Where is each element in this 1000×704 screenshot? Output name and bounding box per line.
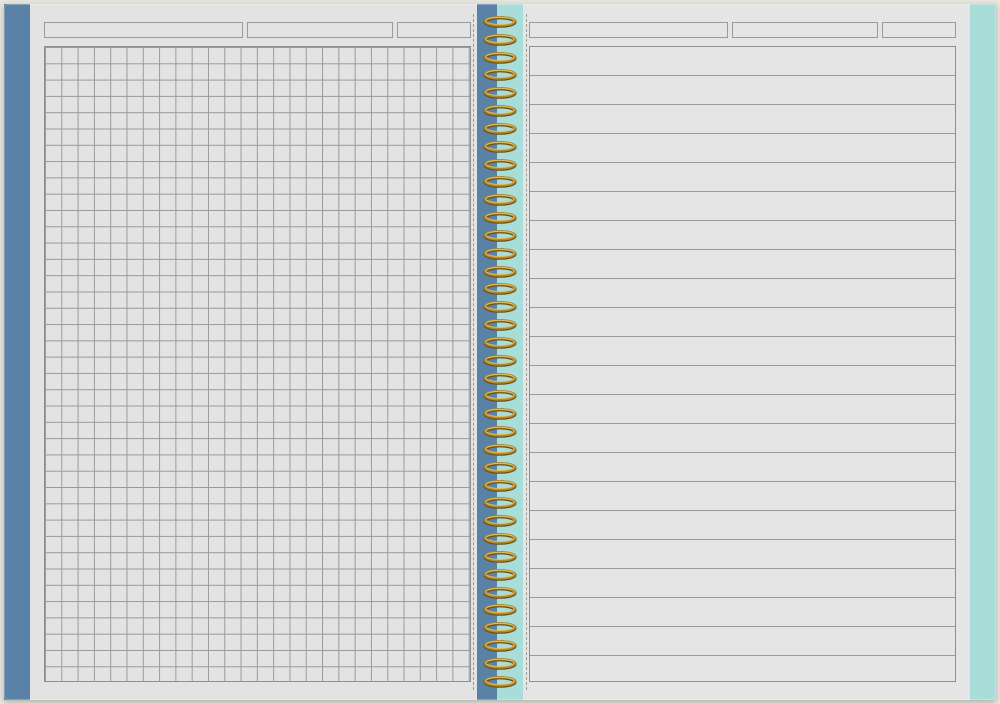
open-notebook bbox=[4, 4, 996, 700]
spiral-ring bbox=[483, 355, 517, 367]
left-header-box-2[interactable] bbox=[247, 22, 393, 38]
spiral-ring bbox=[483, 176, 517, 188]
left-cover-tab bbox=[4, 4, 30, 700]
spiral-ring bbox=[483, 212, 517, 224]
right-cover-tab bbox=[970, 4, 996, 700]
right-header-row bbox=[529, 22, 956, 38]
spiral-ring bbox=[483, 105, 517, 117]
right-page-content bbox=[523, 4, 970, 700]
spiral-ring bbox=[483, 587, 517, 599]
spiral-ring bbox=[483, 569, 517, 581]
spiral-ring bbox=[483, 462, 517, 474]
spiral-ring bbox=[483, 52, 517, 64]
left-page bbox=[4, 4, 477, 700]
spiral-ring bbox=[483, 515, 517, 527]
spiral-ring bbox=[483, 301, 517, 313]
lined-paper[interactable] bbox=[529, 46, 956, 682]
spiral-rings bbox=[483, 16, 517, 688]
spiral-ring bbox=[483, 283, 517, 295]
spiral-ring bbox=[483, 551, 517, 563]
right-perforation bbox=[526, 14, 527, 690]
right-page bbox=[523, 4, 996, 700]
spiral-ring bbox=[483, 34, 517, 46]
spiral-ring bbox=[483, 373, 517, 385]
spiral-ring bbox=[483, 266, 517, 278]
spiral-ring bbox=[483, 390, 517, 402]
spiral-ring bbox=[483, 622, 517, 634]
spiral-ring bbox=[483, 604, 517, 616]
spiral-ring bbox=[483, 676, 517, 688]
left-header-box-1[interactable] bbox=[44, 22, 243, 38]
spiral-ring bbox=[483, 319, 517, 331]
spiral-ring bbox=[483, 87, 517, 99]
left-page-content bbox=[30, 4, 477, 700]
right-header-box-3[interactable] bbox=[882, 22, 956, 38]
spiral-ring bbox=[483, 337, 517, 349]
spiral-ring bbox=[483, 444, 517, 456]
spiral-ring bbox=[483, 248, 517, 260]
spiral-ring bbox=[483, 159, 517, 171]
spiral-ring bbox=[483, 16, 517, 28]
right-header-box-1[interactable] bbox=[529, 22, 728, 38]
spiral-ring bbox=[483, 69, 517, 81]
spiral-ring bbox=[483, 141, 517, 153]
spiral-ring bbox=[483, 640, 517, 652]
spiral-ring bbox=[483, 194, 517, 206]
spiral-ring bbox=[483, 497, 517, 509]
grid-paper[interactable] bbox=[44, 46, 471, 682]
spiral-ring bbox=[483, 230, 517, 242]
left-header-row bbox=[44, 22, 471, 38]
spiral-ring bbox=[483, 123, 517, 135]
spiral-ring bbox=[483, 408, 517, 420]
spiral-ring bbox=[483, 426, 517, 438]
spiral-ring bbox=[483, 480, 517, 492]
left-perforation bbox=[473, 14, 474, 690]
spiral-ring bbox=[483, 658, 517, 670]
left-header-box-3[interactable] bbox=[397, 22, 471, 38]
right-header-box-2[interactable] bbox=[732, 22, 878, 38]
spiral-binding bbox=[477, 4, 523, 700]
spiral-ring bbox=[483, 533, 517, 545]
